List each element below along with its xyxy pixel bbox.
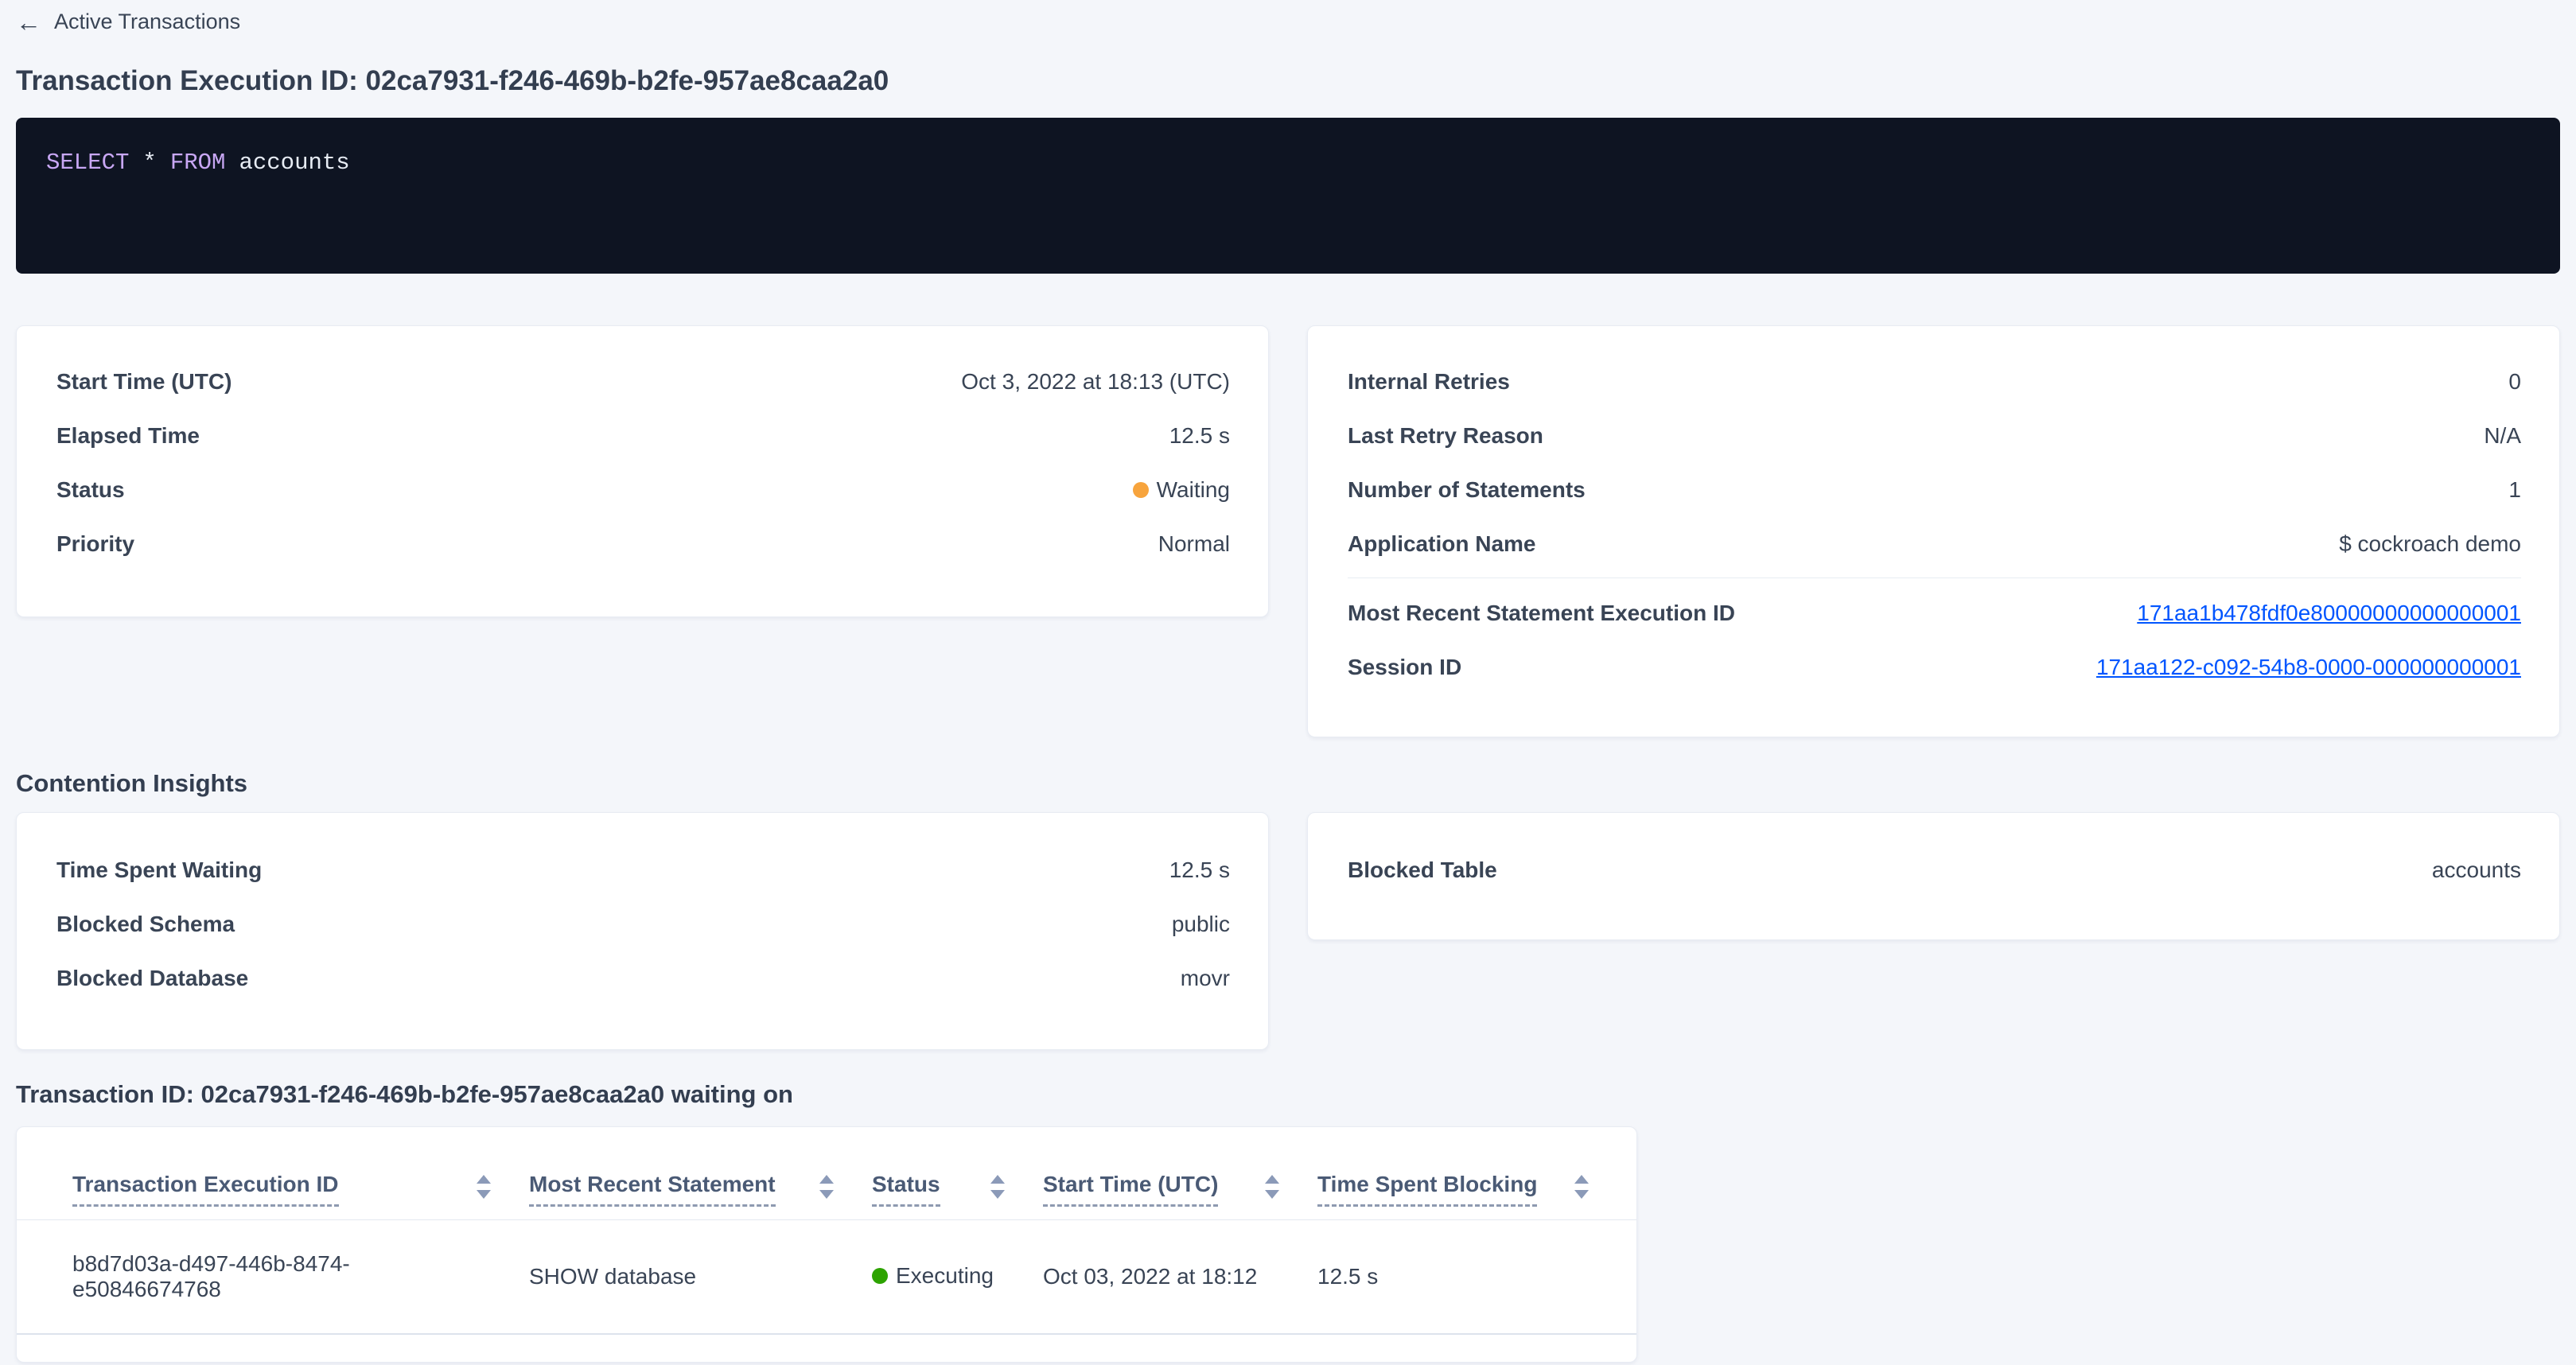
column-label: Time Spent Blocking	[1317, 1172, 1537, 1207]
sort-icon[interactable]	[1265, 1175, 1279, 1199]
sort-up-icon	[477, 1175, 491, 1184]
blocked-database-value: movr	[1181, 966, 1230, 991]
application-name-label: Application Name	[1348, 531, 1535, 557]
sql-statement-box: SELECT * FROM accounts	[16, 118, 2560, 274]
status-value: Waiting	[1157, 477, 1230, 503]
sort-up-icon	[990, 1175, 1005, 1184]
status-label: Status	[56, 477, 125, 503]
elapsed-time-row: Elapsed Time 12.5 s	[56, 409, 1230, 463]
last-retry-reason-value: N/A	[2484, 423, 2521, 449]
statement-execution-id-label: Most Recent Statement Execution ID	[1348, 601, 1735, 626]
column-label: Transaction Execution ID	[72, 1172, 339, 1207]
blocked-database-row: Blocked Database movr	[56, 951, 1230, 1005]
waiting-on-table-header: Transaction Execution ID Most Recent Sta…	[17, 1127, 1636, 1220]
transaction-summary-card: Start Time (UTC) Oct 3, 2022 at 18:13 (U…	[16, 325, 1269, 617]
cell-time-spent-blocking: 12.5 s	[1317, 1264, 1598, 1289]
start-time-label: Start Time (UTC)	[56, 369, 232, 395]
sort-icon[interactable]	[1574, 1175, 1589, 1199]
sort-down-icon	[477, 1190, 491, 1199]
internal-retries-row: Internal Retries 0	[1348, 355, 2521, 409]
sort-down-icon	[990, 1190, 1005, 1199]
page-title: Transaction Execution ID: 02ca7931-f246-…	[16, 65, 2560, 97]
last-retry-reason-row: Last Retry Reason N/A	[1348, 409, 2521, 463]
session-id-row: Session ID 171aa122-c092-54b8-0000-00000…	[1348, 640, 2521, 694]
blocked-database-label: Blocked Database	[56, 966, 248, 991]
sort-icon[interactable]	[990, 1175, 1005, 1199]
transaction-details-page: ← Active Transactions Transaction Execut…	[0, 0, 2576, 1363]
sql-table-name: accounts	[239, 150, 349, 176]
internal-retries-label: Internal Retries	[1348, 369, 1510, 395]
sort-icon[interactable]	[477, 1175, 491, 1199]
contention-cards-row: Time Spent Waiting 12.5 s Blocked Schema…	[16, 812, 2560, 1050]
contention-right-card: Blocked Table accounts	[1307, 812, 2560, 940]
number-of-statements-value: 1	[2508, 477, 2521, 503]
contention-left-card: Time Spent Waiting 12.5 s Blocked Schema…	[16, 812, 1269, 1050]
elapsed-time-label: Elapsed Time	[56, 423, 200, 449]
number-of-statements-row: Number of Statements 1	[1348, 463, 2521, 517]
sort-up-icon	[1265, 1175, 1279, 1184]
blocked-schema-row: Blocked Schema public	[56, 897, 1230, 951]
column-label: Status	[872, 1172, 940, 1207]
summary-cards-row: Start Time (UTC) Oct 3, 2022 at 18:13 (U…	[16, 325, 2560, 737]
sql-star: *	[142, 150, 156, 176]
column-header-most-recent-statement[interactable]: Most Recent Statement	[529, 1172, 872, 1207]
column-label: Most Recent Statement	[529, 1172, 776, 1207]
blocked-table-row: Blocked Table accounts	[1348, 843, 2521, 897]
sort-down-icon	[1574, 1190, 1589, 1199]
transaction-details-card: Internal Retries 0 Last Retry Reason N/A…	[1307, 325, 2560, 737]
blocked-table-label: Blocked Table	[1348, 858, 1497, 883]
last-retry-reason-label: Last Retry Reason	[1348, 423, 1543, 449]
number-of-statements-label: Number of Statements	[1348, 477, 1586, 503]
statement-execution-id-row: Most Recent Statement Execution ID 171aa…	[1348, 586, 2521, 640]
status-badge: Waiting	[1133, 477, 1230, 503]
status-text: Executing	[896, 1263, 994, 1289]
cell-start-time: Oct 03, 2022 at 18:12	[1043, 1264, 1317, 1289]
contention-insights-heading: Contention Insights	[16, 769, 2560, 798]
column-label: Start Time (UTC)	[1043, 1172, 1218, 1207]
status-row: Status Waiting	[56, 463, 1230, 517]
status-executing-dot-icon	[872, 1268, 888, 1284]
column-header-status[interactable]: Status	[872, 1172, 1043, 1207]
statement-execution-id-link[interactable]: 171aa1b478fdf0e80000000000000001	[2137, 601, 2521, 626]
application-name-value: $ cockroach demo	[2339, 531, 2521, 557]
sort-down-icon	[819, 1190, 834, 1199]
back-arrow-icon: ←	[16, 10, 41, 34]
column-header-time-spent-blocking[interactable]: Time Spent Blocking	[1317, 1172, 1598, 1207]
time-spent-waiting-row: Time Spent Waiting 12.5 s	[56, 843, 1230, 897]
internal-retries-value: 0	[2508, 369, 2521, 395]
elapsed-time-value: 12.5 s	[1169, 423, 1230, 449]
status-badge: Executing	[872, 1263, 994, 1289]
priority-label: Priority	[56, 531, 134, 557]
start-time-row: Start Time (UTC) Oct 3, 2022 at 18:13 (U…	[56, 355, 1230, 409]
breadcrumb-label: Active Transactions	[54, 10, 240, 34]
cell-most-recent-statement: SHOW database	[529, 1264, 872, 1289]
column-header-transaction-execution-id[interactable]: Transaction Execution ID	[72, 1172, 529, 1207]
cell-transaction-execution-id: b8d7d03a-d497-446b-8474-e50846674768	[72, 1251, 529, 1302]
blocked-schema-value: public	[1172, 912, 1230, 937]
status-waiting-dot-icon	[1133, 482, 1149, 498]
application-name-row: Application Name $ cockroach demo	[1348, 517, 2521, 571]
priority-value: Normal	[1158, 531, 1230, 557]
session-id-label: Session ID	[1348, 655, 1461, 680]
sort-up-icon	[1574, 1175, 1589, 1184]
waiting-on-heading: Transaction ID: 02ca7931-f246-469b-b2fe-…	[16, 1080, 2560, 1109]
session-id-link[interactable]: 171aa122-c092-54b8-0000-000000000001	[2096, 655, 2521, 680]
sort-down-icon	[1265, 1190, 1279, 1199]
sql-keyword-from: FROM	[170, 150, 226, 176]
waiting-on-table: Transaction Execution ID Most Recent Sta…	[16, 1126, 1637, 1363]
priority-row: Priority Normal	[56, 517, 1230, 571]
sort-up-icon	[819, 1175, 834, 1184]
blocked-table-value: accounts	[2432, 858, 2521, 883]
back-link-active-transactions[interactable]: ← Active Transactions	[16, 10, 240, 34]
time-spent-waiting-value: 12.5 s	[1169, 858, 1230, 883]
start-time-value: Oct 3, 2022 at 18:13 (UTC)	[961, 369, 1230, 395]
cell-status: Executing	[872, 1263, 1043, 1289]
sql-keyword-select: SELECT	[46, 150, 129, 176]
time-spent-waiting-label: Time Spent Waiting	[56, 858, 262, 883]
column-header-start-time[interactable]: Start Time (UTC)	[1043, 1172, 1317, 1207]
table-row: b8d7d03a-d497-446b-8474-e50846674768 SHO…	[17, 1220, 1636, 1335]
sort-icon[interactable]	[819, 1175, 834, 1199]
blocked-schema-label: Blocked Schema	[56, 912, 235, 937]
